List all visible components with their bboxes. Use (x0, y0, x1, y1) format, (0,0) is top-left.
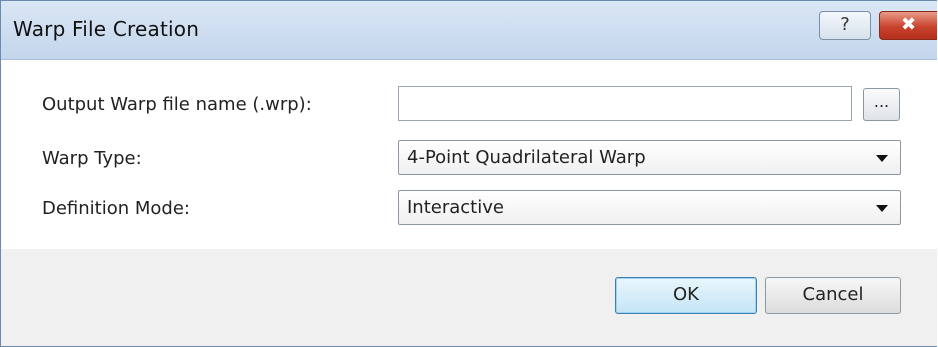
title-bar[interactable]: Warp File Creation ? ✖ (1, 1, 937, 60)
cancel-button[interactable]: Cancel (765, 277, 901, 314)
chevron-down-icon (876, 155, 888, 162)
dialog-body: Output Warp file name (.wrp): ... Warp T… (1, 60, 937, 248)
close-button[interactable]: ✖ (879, 11, 937, 40)
dialog-window: Warp File Creation ? ✖ Output Warp file … (0, 0, 937, 347)
browse-icon: ... (873, 92, 890, 111)
warp-type-select[interactable]: 4-Point Quadrilateral Warp (398, 140, 901, 175)
close-icon: ✖ (900, 14, 917, 35)
help-icon: ? (840, 14, 850, 35)
chevron-down-icon (876, 205, 888, 212)
definition-mode-select[interactable]: Interactive (398, 190, 901, 225)
browse-button[interactable]: ... (863, 88, 900, 121)
dialog-footer: OK Cancel (1, 249, 937, 346)
output-file-label: Output Warp file name (.wrp): (42, 94, 312, 115)
dialog-title: Warp File Creation (13, 17, 200, 41)
warp-type-value: 4-Point Quadrilateral Warp (407, 147, 646, 168)
warp-type-label: Warp Type: (42, 148, 142, 169)
help-button[interactable]: ? (819, 11, 871, 40)
definition-mode-value: Interactive (407, 197, 504, 218)
ok-button[interactable]: OK (615, 277, 757, 314)
definition-mode-label: Definition Mode: (42, 198, 190, 219)
output-file-input[interactable] (398, 86, 852, 121)
